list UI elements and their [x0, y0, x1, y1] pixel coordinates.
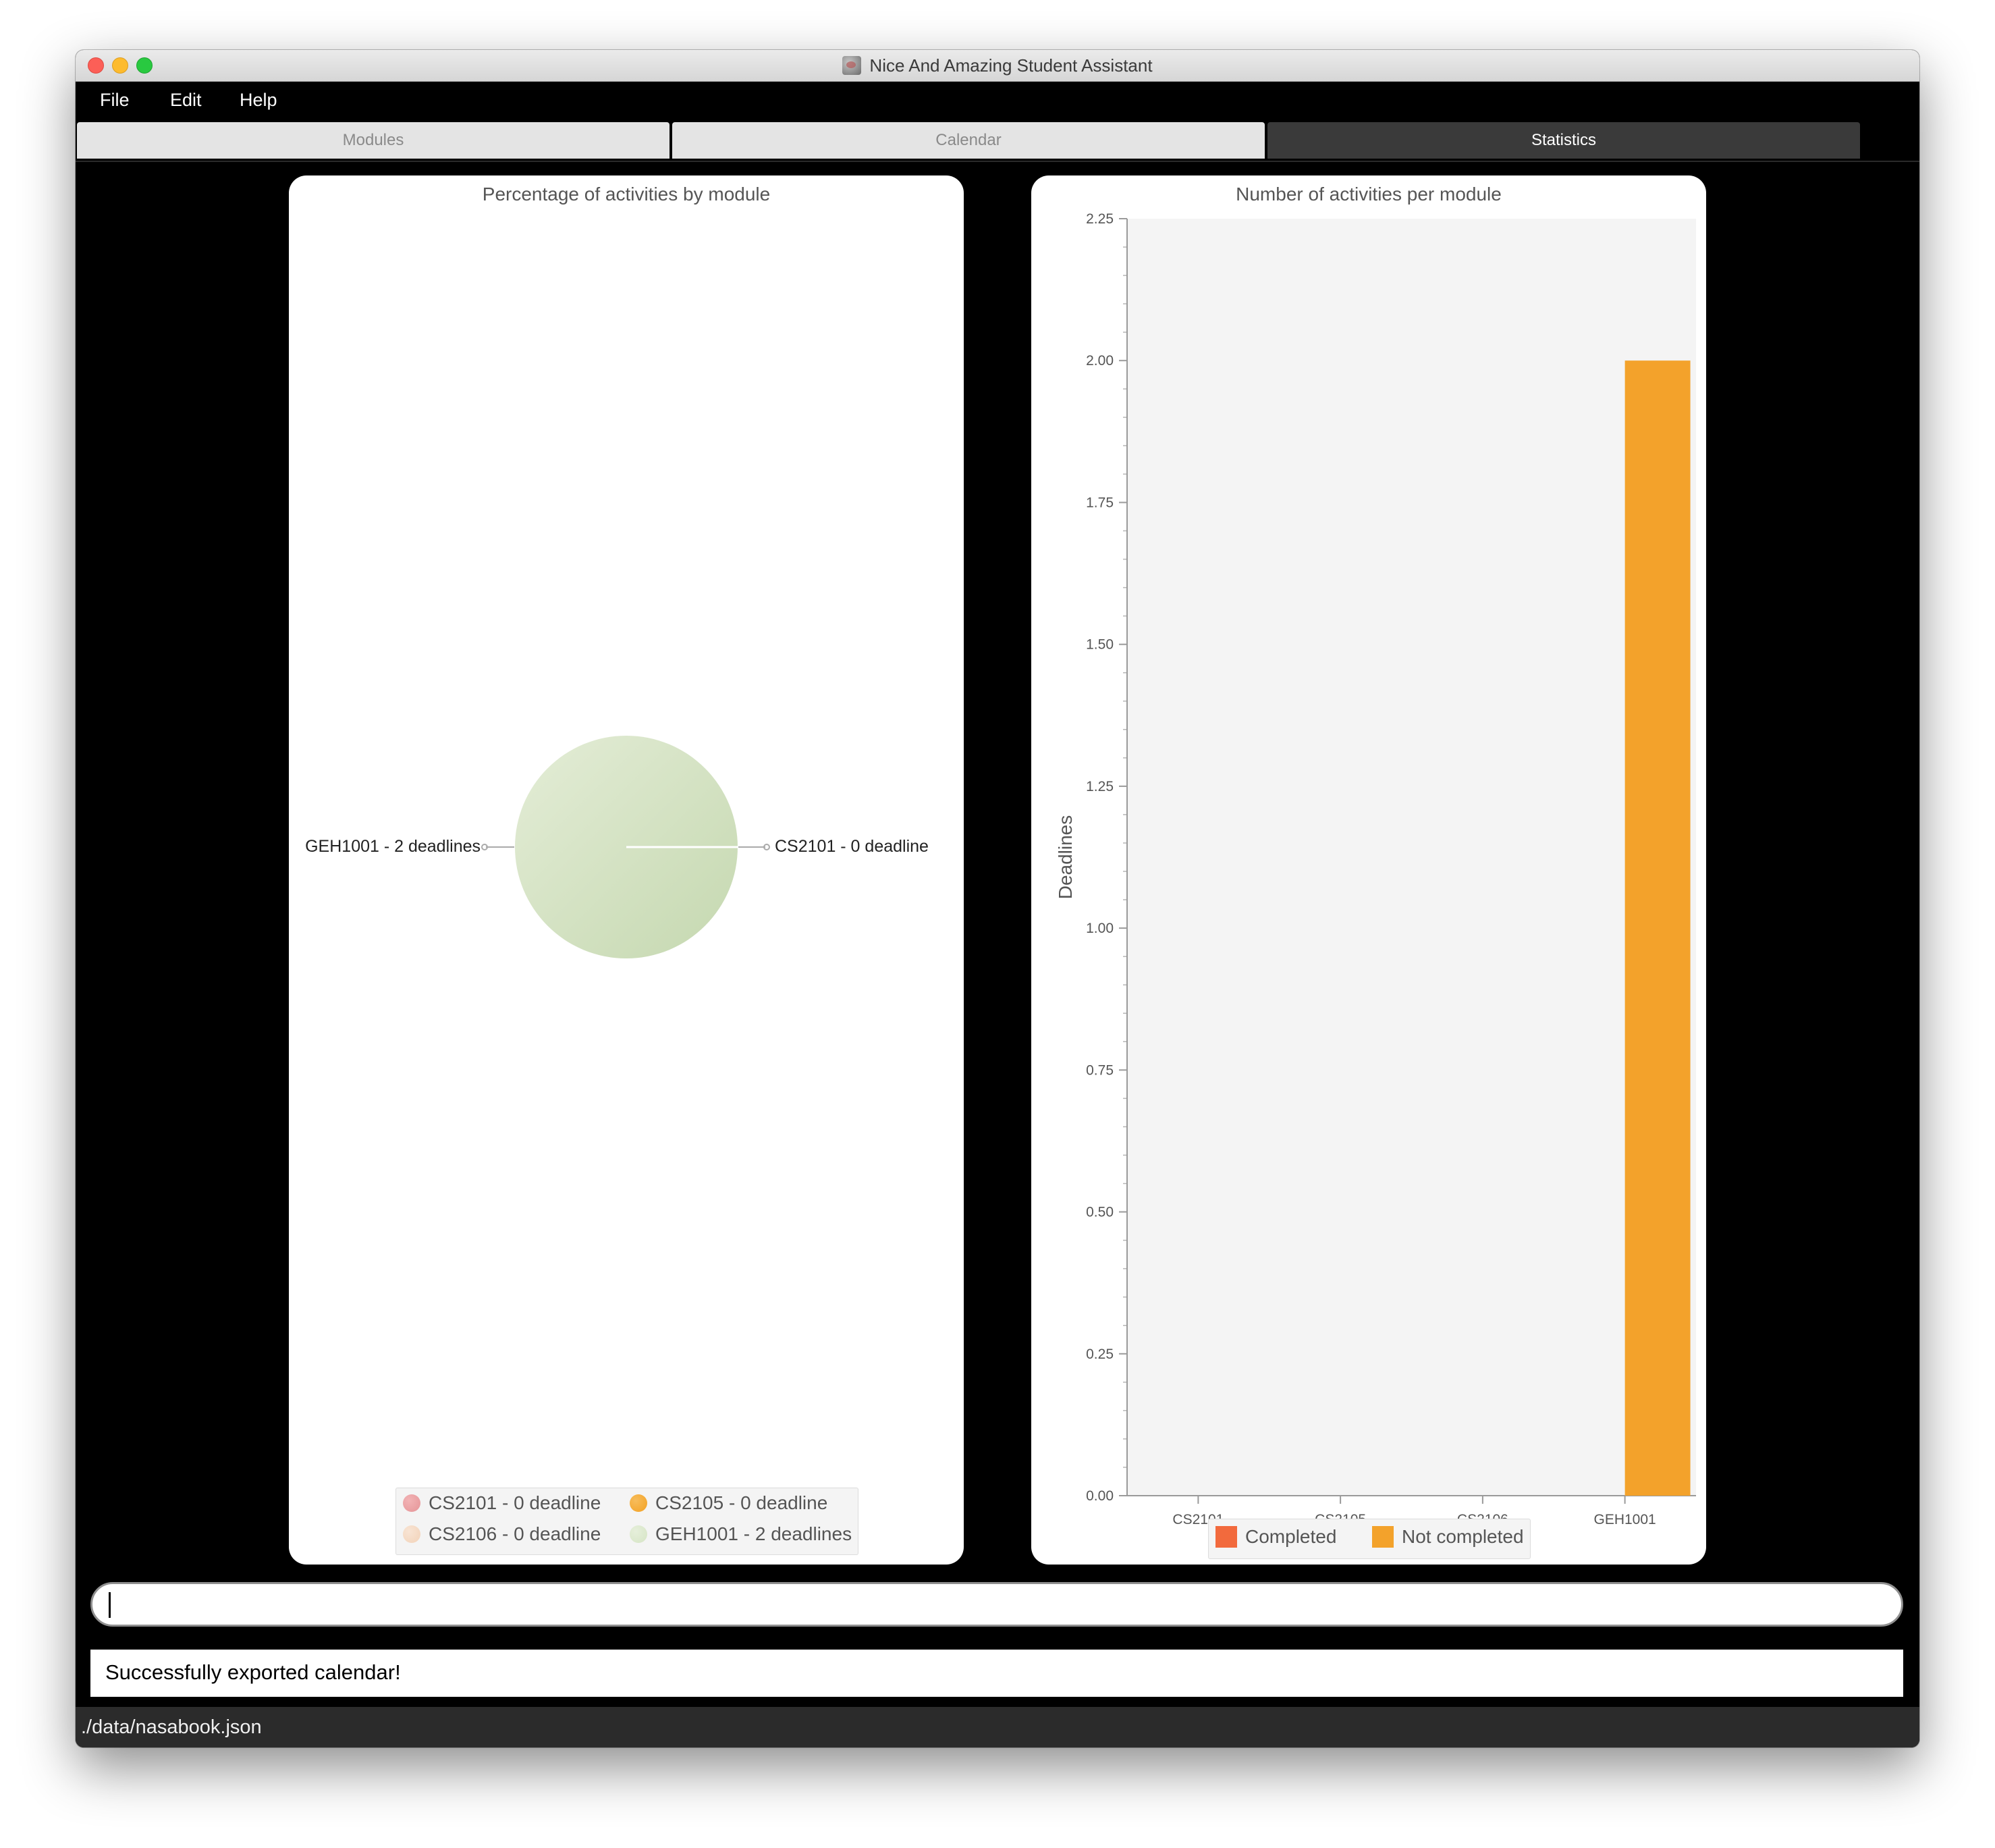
legend-dot-geh1001 [630, 1525, 647, 1543]
pie-legend: CS2101 - 0 deadline CS2105 - 0 deadline … [395, 1488, 858, 1555]
y-tick-label: 1.00 [1086, 921, 1114, 936]
legend-label-geh1001: GEH1001 - 2 deadlines [655, 1523, 852, 1544]
legend-item-cs2105: CS2105 - 0 deadline [630, 1492, 827, 1514]
bar-legend: Completed Not completed [1208, 1519, 1531, 1559]
text-caret [109, 1592, 111, 1618]
status-file-path: ./data/nasabook.json [81, 1716, 262, 1738]
y-tick-label: 0.25 [1086, 1347, 1114, 1362]
legend-swatch-not-completed [1372, 1526, 1394, 1548]
tab-calendar[interactable]: Calendar [672, 122, 1265, 159]
pie-label-geh1001: GEH1001 - 2 deadlines [305, 837, 481, 856]
legend-label-cs2106: CS2106 - 0 deadline [429, 1523, 601, 1544]
pie-label-cs2101: CS2101 - 0 deadline [775, 837, 929, 856]
status-bar: ./data/nasabook.json [76, 1707, 1919, 1747]
pie-chart-svg [481, 736, 770, 958]
y-tick-label: 2.00 [1086, 353, 1114, 369]
menu-edit[interactable]: Edit [170, 90, 202, 111]
y-tick-label: 0.00 [1086, 1488, 1114, 1504]
plot-background [1127, 219, 1696, 1496]
legend-label-not-completed: Not completed [1402, 1526, 1524, 1547]
window-title: Nice And Amazing Student Assistant [869, 55, 1153, 76]
command-input[interactable] [90, 1582, 1903, 1627]
legend-dot-cs2105 [630, 1494, 647, 1512]
y-tick-label: 0.50 [1086, 1205, 1114, 1220]
tab-modules[interactable]: Modules [77, 122, 669, 159]
bar-geh1001-not-completed [1624, 360, 1691, 1496]
legend-item-cs2101: CS2101 - 0 deadline [403, 1492, 601, 1514]
y-tick-label: 1.25 [1086, 779, 1114, 794]
tab-bar: Modules Calendar Statistics [76, 121, 1919, 161]
legend-label-cs2105: CS2105 - 0 deadline [655, 1492, 828, 1513]
tab-statistics[interactable]: Statistics [1267, 122, 1860, 159]
bar-chart-card: Number of activities per module 0.00 0.25… [1031, 175, 1706, 1565]
title-wrap: Nice And Amazing Student Assistant [76, 50, 1919, 81]
menu-bar: File Edit Help [76, 82, 1919, 119]
y-axis-label: Deadlines [1055, 815, 1076, 900]
legend-item-not-completed: Not completed [1372, 1526, 1524, 1548]
legend-item-cs2106: CS2106 - 0 deadline [403, 1523, 601, 1545]
legend-item-geh1001: GEH1001 - 2 deadlines [630, 1523, 852, 1545]
y-tick-label: 1.50 [1086, 637, 1114, 653]
legend-swatch-completed [1215, 1526, 1237, 1548]
x-tick-label-geh1001: GEH1001 [1594, 1512, 1656, 1527]
pie-chart-card: Percentage of activities by module GEH10… [289, 175, 964, 1565]
legend-label-cs2101: CS2101 - 0 deadline [429, 1492, 601, 1513]
app-icon [842, 56, 862, 75]
bar-chart-svg: 0.00 0.25 0.50 0.75 1.00 1.25 1.50 1.75 2.00 2.25… [1055, 211, 1696, 1558]
y-tick-label: 0.75 [1086, 1062, 1114, 1078]
result-display: Successfully exported calendar! [90, 1650, 1903, 1697]
legend-dot-cs2106 [403, 1525, 420, 1543]
result-message: Successfully exported calendar! [105, 1660, 401, 1684]
legend-item-completed: Completed [1215, 1526, 1336, 1548]
app-window: Nice And Amazing Student Assistant File … [76, 50, 1919, 1747]
menu-help[interactable]: Help [240, 90, 277, 111]
menu-file[interactable]: File [100, 90, 130, 111]
legend-label-completed: Completed [1245, 1526, 1337, 1547]
y-tick-label: 2.25 [1086, 211, 1114, 227]
y-tick-label: 1.75 [1086, 495, 1114, 510]
title-bar: Nice And Amazing Student Assistant [76, 50, 1919, 82]
tab-divider [76, 161, 1919, 162]
legend-dot-cs2101 [403, 1494, 420, 1512]
